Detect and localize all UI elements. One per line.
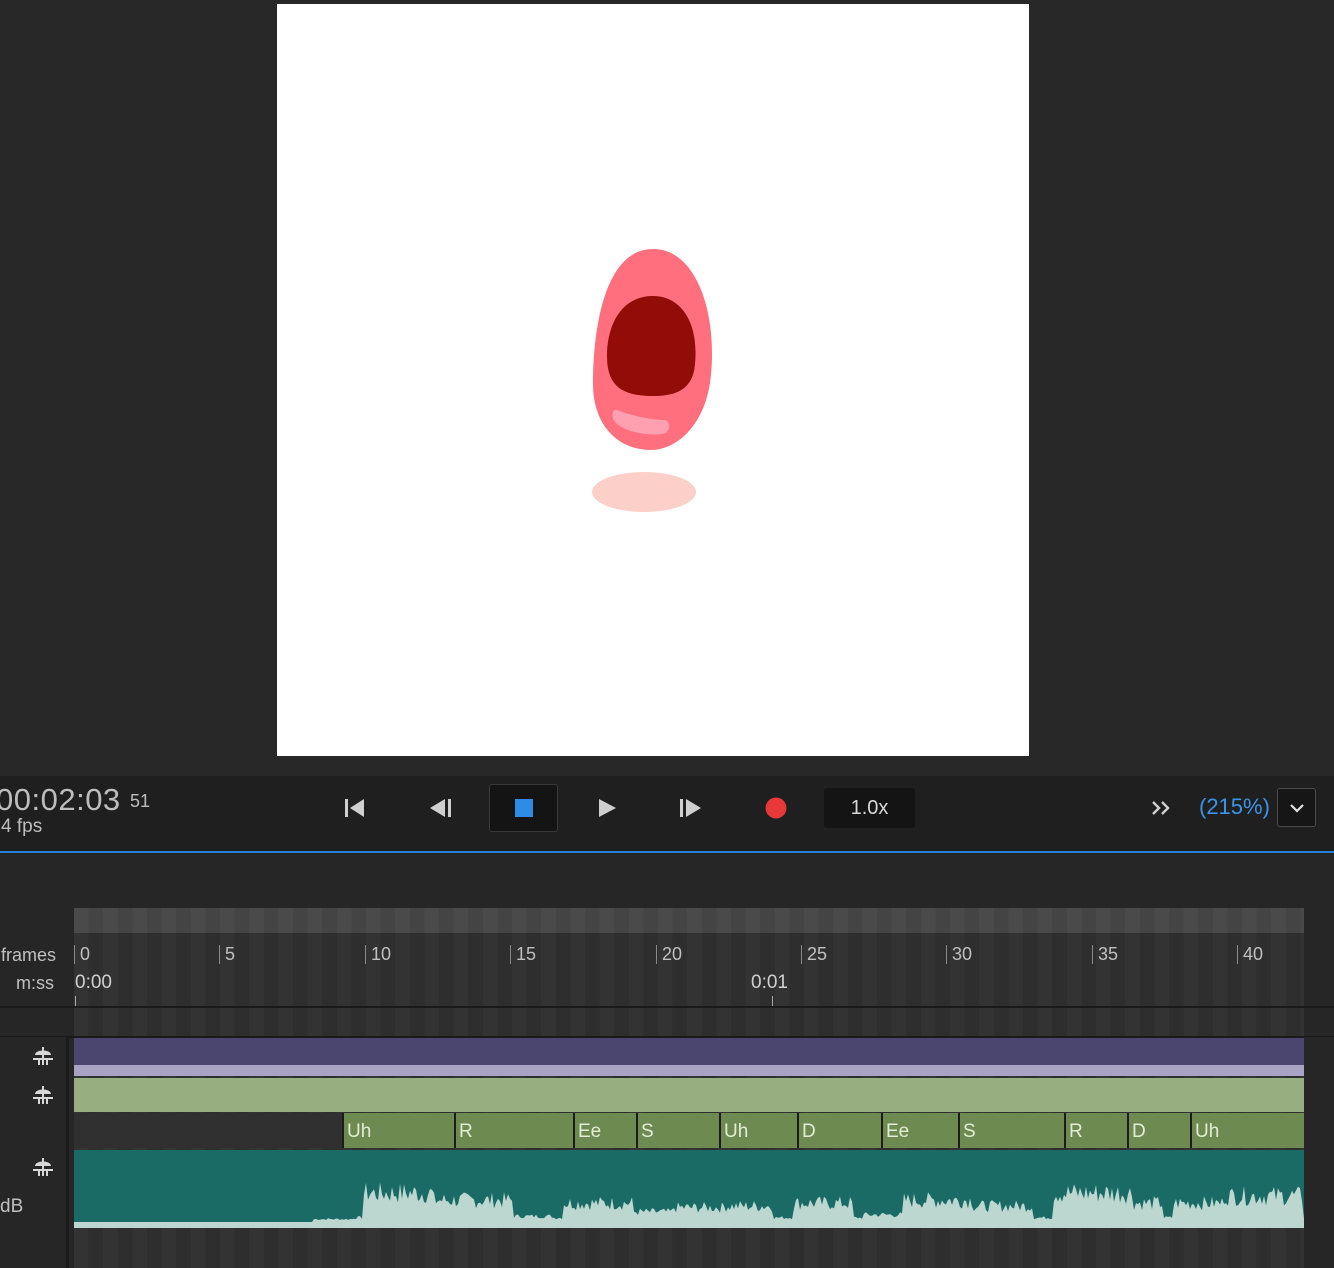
record-icon — [765, 797, 787, 819]
viseme-block[interactable]: S — [636, 1113, 719, 1148]
audio-waveform — [74, 1182, 1304, 1228]
time-tick-label: 0:01 — [751, 972, 788, 993]
preview-stage — [277, 4, 1029, 756]
record-button[interactable] — [751, 786, 801, 830]
frame-tick-label: 10 — [365, 945, 391, 964]
mss-label: m:ss — [16, 973, 54, 993]
audio-track[interactable] — [74, 1150, 1304, 1228]
playback-speed-button[interactable]: 1.0x — [824, 788, 915, 828]
viseme-block[interactable]: D — [797, 1113, 881, 1148]
frames-label: frames — [1, 945, 57, 965]
time-tick-mark — [75, 996, 76, 1006]
go-to-start-button[interactable] — [330, 786, 380, 830]
ruler-divider — [0, 1006, 1334, 1008]
timeline-work-area-bar[interactable] — [74, 908, 1304, 933]
zoom-level[interactable]: (215%) — [1199, 794, 1270, 820]
frame-tick-label: 40 — [1237, 945, 1263, 964]
time-tick-mark — [772, 996, 773, 1006]
chevron-down-icon — [1289, 803, 1304, 813]
timeline-scroll-gutter — [1304, 1037, 1334, 1268]
next-frame-button[interactable] — [666, 786, 716, 830]
stop-icon — [514, 799, 533, 817]
time-tick-label: 0:00 — [75, 972, 112, 993]
trigger-track-bar[interactable] — [74, 1078, 1304, 1112]
frame-tick-label: 35 — [1092, 945, 1118, 964]
character-animator-window: 00:02:03 51 4 fps 1.0x (215%) frames m:s… — [0, 0, 1334, 1268]
frame-tick-label: 5 — [219, 945, 235, 964]
viseme-block[interactable]: Ee — [881, 1113, 958, 1148]
previous-frame-button[interactable] — [416, 786, 466, 830]
stop-button[interactable] — [489, 784, 558, 832]
waveform-path — [74, 1182, 1304, 1228]
frame-number: 51 — [130, 791, 151, 811]
frame-tick-label: 25 — [801, 945, 827, 964]
frame-tick-label: 20 — [656, 945, 682, 964]
viseme-block[interactable]: R — [454, 1113, 573, 1148]
frame-tick-label: 30 — [946, 945, 972, 964]
viseme-block[interactable]: Uh — [1190, 1113, 1304, 1148]
timecode-display: 00:02:03 — [0, 782, 121, 817]
double-chevron-icon — [1152, 801, 1170, 815]
viseme-block[interactable]: Ee — [573, 1113, 636, 1148]
viseme-block[interactable]: Uh — [342, 1113, 454, 1148]
more-options-button[interactable] — [1136, 786, 1186, 830]
viseme-block[interactable]: D — [1127, 1113, 1190, 1148]
fps-label: 4 fps — [1, 816, 43, 837]
puppet-track-icon[interactable] — [31, 1084, 55, 1106]
frame-tick-label: 15 — [510, 945, 536, 964]
db-label: dB — [0, 1196, 24, 1217]
skip-to-start-icon — [345, 799, 364, 817]
mouth-character-illustration — [592, 249, 713, 512]
puppet-track-icon[interactable] — [31, 1045, 55, 1067]
puppet-track-range[interactable] — [74, 1065, 1304, 1076]
track-header-column — [0, 1037, 68, 1268]
step-forward-icon — [680, 799, 701, 817]
play-icon — [599, 799, 616, 817]
puppet-track-icon[interactable] — [31, 1156, 55, 1178]
viseme-block[interactable]: S — [958, 1113, 1064, 1148]
play-button[interactable] — [582, 786, 632, 830]
viseme-block[interactable]: R — [1064, 1113, 1127, 1148]
zoom-dropdown-button[interactable] — [1277, 788, 1316, 827]
frame-tick-label: 0 — [74, 945, 90, 964]
track-header-divider — [66, 1037, 69, 1268]
viseme-block[interactable]: Uh — [719, 1113, 797, 1148]
step-back-icon — [430, 799, 451, 817]
